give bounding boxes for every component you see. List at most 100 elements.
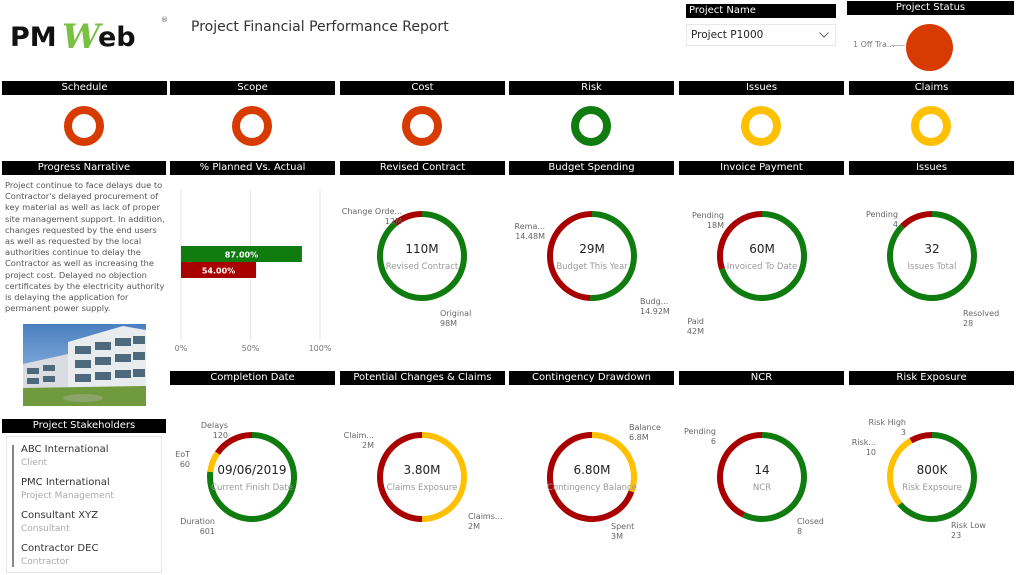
callout-label: Claim... (343, 431, 374, 440)
callout-label: Original (440, 309, 472, 318)
project-name-dropdown[interactable]: Project P1000 (686, 24, 836, 46)
donut-center-value: 60M (749, 242, 775, 256)
planned-vs-actual-chart: 0% 50% 100% 87.00% 54.00% (175, 190, 332, 353)
x-tick-label: 50% (242, 344, 260, 353)
callout-value: 2M (468, 521, 480, 531)
callout-label: Budg... (640, 297, 669, 306)
callout-value: 10 (865, 447, 876, 457)
callout-label: Delays (200, 421, 228, 430)
callout-label: Pending (866, 210, 898, 219)
callout-label: Change Orde... (341, 207, 402, 216)
donut-center-label: Budget This Year (556, 262, 628, 272)
donut-center-value: 110M (405, 242, 439, 256)
status-ring-scope[interactable] (232, 106, 272, 146)
status-ring-schedule[interactable] (64, 106, 104, 146)
donut-callout: Claims... 2M (468, 512, 503, 531)
project-stakeholders-title: Project Stakeholders (2, 419, 166, 433)
donut-callout: Resolved 28 (963, 309, 999, 328)
indicator-title: Issues (679, 81, 844, 95)
callout-label: Resolved (963, 309, 1000, 318)
callout-label: Spent (611, 522, 635, 531)
logo-text-pm: PM (10, 22, 57, 52)
x-tick-label: 0% (175, 344, 188, 353)
callout-value: 6 (710, 436, 716, 446)
donut-callout: Duration 601 (180, 517, 215, 536)
chart-title: NCR (679, 371, 844, 385)
callout-value: 4 (892, 219, 898, 229)
logo-text-w: W (62, 17, 103, 52)
stakeholder-role: Client (21, 458, 48, 468)
donut-callout: Rema... 14.48M (515, 222, 545, 241)
callout-label: Risk High (868, 418, 906, 427)
progress-narrative-text: Project continue to face delays due to C… (5, 180, 165, 314)
bar-data-label: 54.00% (202, 267, 235, 276)
callout-value: 18M (706, 220, 724, 230)
stakeholder-name: ABC International (21, 444, 109, 455)
callout-value: 23 (951, 530, 962, 540)
callout-value: 601 (199, 526, 215, 536)
chart-title: Potential Changes & Claims (340, 371, 505, 385)
donut-slice-risk-low[interactable] (897, 432, 977, 522)
callout-label: Rema... (514, 222, 545, 231)
stakeholders-scrollbar[interactable] (12, 445, 14, 567)
donut-slice-pending[interactable] (900, 211, 933, 229)
donut-center-value: 3.80M (403, 463, 441, 477)
donut-slice-budg[interactable] (589, 211, 637, 301)
callout-value: 3 (900, 427, 906, 437)
chevron-down-icon[interactable] (819, 32, 829, 38)
stakeholder-name: Consultant XYZ (21, 510, 99, 521)
donut-slice-closed[interactable] (742, 432, 807, 522)
status-ring-cost[interactable] (402, 106, 442, 146)
status-ring-risk[interactable] (571, 106, 611, 146)
stakeholders-list: ABC International Client PMC Internation… (6, 436, 162, 573)
callout-value: 8 (797, 526, 803, 536)
logo-text-eb: eb (98, 22, 136, 52)
stakeholder-name: PMC International (21, 477, 110, 488)
callout-value: 120 (212, 430, 228, 440)
stakeholder-name: Contractor DEC (21, 543, 99, 554)
chart-title: Revised Contract (340, 161, 505, 175)
callout-label: Closed (797, 517, 824, 526)
project-status-label: 1 Off Tra... (853, 40, 895, 49)
callout-value: 98M (440, 318, 458, 328)
donut-chart-ncr (717, 432, 807, 522)
donut-slice-original[interactable] (377, 211, 467, 301)
donut-callout: Delays 120 (201, 421, 228, 440)
indicator-title: Scope (170, 81, 335, 95)
indicator-title: Schedule (2, 81, 167, 95)
donut-center-label: Risk Expsoure (902, 483, 962, 493)
donut-slice-resolved[interactable] (887, 211, 977, 301)
indicator-title: Risk (509, 81, 674, 95)
callout-value: 2M (362, 440, 374, 450)
donut-callout: Claim... 2M (344, 431, 374, 450)
callout-value: 28 (963, 318, 974, 328)
donut-callout: Risk High 3 (868, 418, 906, 437)
donut-callout: Risk... 10 (852, 438, 876, 457)
chart-title: Risk Exposure (849, 371, 1014, 385)
donut-slice-claims[interactable] (421, 432, 467, 522)
callout-label: Pending (684, 427, 716, 436)
donut-callout: Budg... 14.92M (640, 297, 670, 316)
status-ring-issues[interactable] (741, 106, 781, 146)
callout-label: Risk... (851, 438, 876, 447)
donut-callout: Pending 4 (866, 210, 898, 229)
donut-center-label: NCR (752, 483, 772, 493)
stakeholder-role: Project Management (21, 491, 114, 501)
project-status-indicator[interactable] (906, 24, 953, 71)
logo-registered: ® (161, 16, 168, 24)
donut-center-value: 6.80M (573, 463, 611, 477)
chart-title: Completion Date (170, 371, 335, 385)
donut-center-label: Issues Total (907, 262, 957, 272)
project-name-title: Project Name (686, 4, 836, 18)
status-ring-claims[interactable] (911, 106, 951, 146)
callout-value: 6.8M (629, 432, 649, 442)
donut-center-value: 09/06/2019 (217, 463, 287, 477)
callout-label: Balance (629, 423, 661, 432)
donut-slice-risk-high[interactable] (909, 432, 933, 444)
donut-center-label: Current Finish Date (211, 483, 293, 493)
donut-chart-potential-changes-claims (377, 432, 467, 522)
progress-narrative-title: Progress Narrative (2, 161, 166, 175)
callout-label: Pending (692, 211, 724, 220)
donut-chart-risk-exposure (887, 432, 977, 522)
donut-slice-claim[interactable] (377, 432, 423, 522)
